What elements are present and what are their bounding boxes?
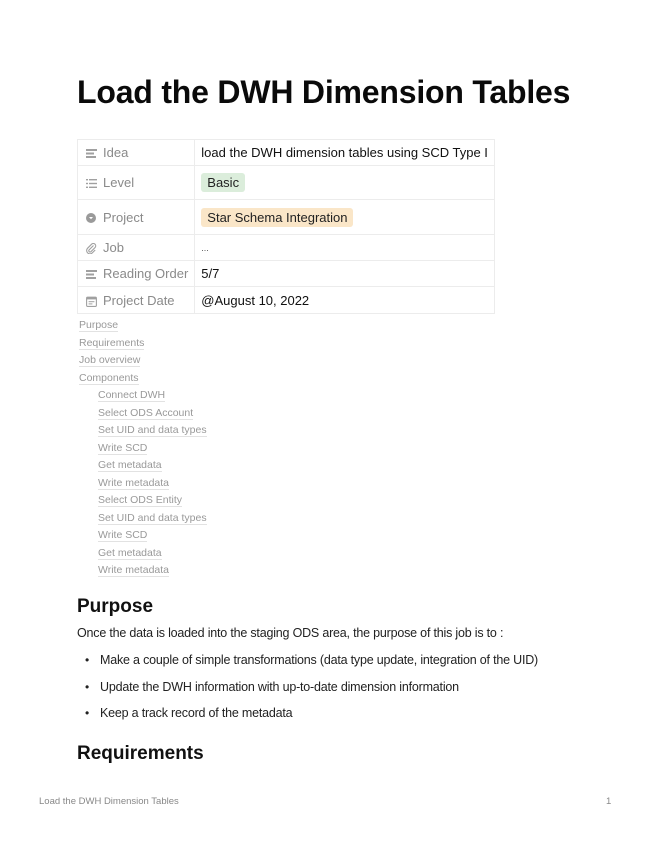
property-key: Project xyxy=(103,209,144,225)
level-tag[interactable]: Basic xyxy=(201,173,246,192)
toc-link-requirements[interactable]: Requirements xyxy=(79,335,207,353)
property-row-project: Project Star Schema Integration xyxy=(76,199,495,235)
page-title: Load the DWH Dimension Tables xyxy=(77,74,571,110)
page-number: 1 xyxy=(606,796,612,807)
property-key: Idea xyxy=(103,145,129,160)
property-row-reading-order: Reading Order 5/7 xyxy=(76,260,495,287)
list-item: Keep a track record of the metadata xyxy=(77,704,538,731)
property-row-idea: Idea load the DWH dimension tables using… xyxy=(76,139,495,166)
toc-link-job-overview[interactable]: Job overview xyxy=(79,352,207,370)
paperclip-icon xyxy=(84,243,98,255)
property-row-level: Level Basic xyxy=(76,165,495,200)
property-value-project-date[interactable]: @August 10, 2022 xyxy=(194,286,495,314)
toc-link-select-ods-account[interactable]: Select ODS Account xyxy=(79,405,207,423)
footer-title: Load the DWH Dimension Tables xyxy=(39,796,179,807)
list-item: Make a couple of simple transformations … xyxy=(77,651,538,678)
property-key: Project Date xyxy=(103,292,175,308)
purpose-intro: Once the data is loaded into the staging… xyxy=(77,626,504,640)
property-key: Level xyxy=(103,175,135,190)
property-row-job: Job ... xyxy=(76,234,495,261)
toc-link-write-metadata-2[interactable]: Write metadata xyxy=(79,562,207,580)
list-item: Update the DWH information with up-to-da… xyxy=(77,678,538,705)
text-lines-icon xyxy=(84,270,98,280)
properties-table: Idea load the DWH dimension tables using… xyxy=(76,139,495,314)
toc-link-get-metadata[interactable]: Get metadata xyxy=(79,457,207,475)
toc-link-get-metadata-2[interactable]: Get metadata xyxy=(79,545,207,563)
purpose-heading: Purpose xyxy=(77,596,154,617)
toc-link-set-uid-and-data-types[interactable]: Set UID and data types xyxy=(79,422,207,440)
property-value-reading-order[interactable]: 5/7 xyxy=(194,260,495,287)
property-row-project-date: Project Date @August 10, 2022 xyxy=(76,286,495,314)
purpose-bullet-list: Make a couple of simple transformations … xyxy=(77,651,538,731)
property-key: Reading Order xyxy=(103,266,189,281)
toc-link-connect-dwh[interactable]: Connect DWH xyxy=(79,387,207,405)
toc-link-select-ods-entity[interactable]: Select ODS Entity xyxy=(79,492,207,510)
toc-link-write-scd-2[interactable]: Write SCD xyxy=(79,527,207,545)
toc-link-purpose[interactable]: Purpose xyxy=(79,317,207,335)
toc-link-write-scd[interactable]: Write SCD xyxy=(79,440,207,458)
circle-select-icon xyxy=(84,213,98,224)
toc-link-set-uid-and-data-types-2[interactable]: Set UID and data types xyxy=(79,510,207,528)
toc-link-components[interactable]: Components xyxy=(79,370,207,388)
project-tag[interactable]: Star Schema Integration xyxy=(201,207,354,227)
toc-link-write-metadata[interactable]: Write metadata xyxy=(79,475,207,493)
calendar-icon xyxy=(84,296,98,307)
requirements-heading: Requirements xyxy=(77,743,204,764)
list-icon xyxy=(84,179,98,189)
text-lines-icon xyxy=(84,149,98,159)
job-link[interactable]: ... xyxy=(194,234,495,261)
property-key: Job xyxy=(103,240,124,255)
table-of-contents: Purpose Requirements Job overview Compon… xyxy=(79,317,207,580)
property-value-idea[interactable]: load the DWH dimension tables using SCD … xyxy=(194,139,495,166)
